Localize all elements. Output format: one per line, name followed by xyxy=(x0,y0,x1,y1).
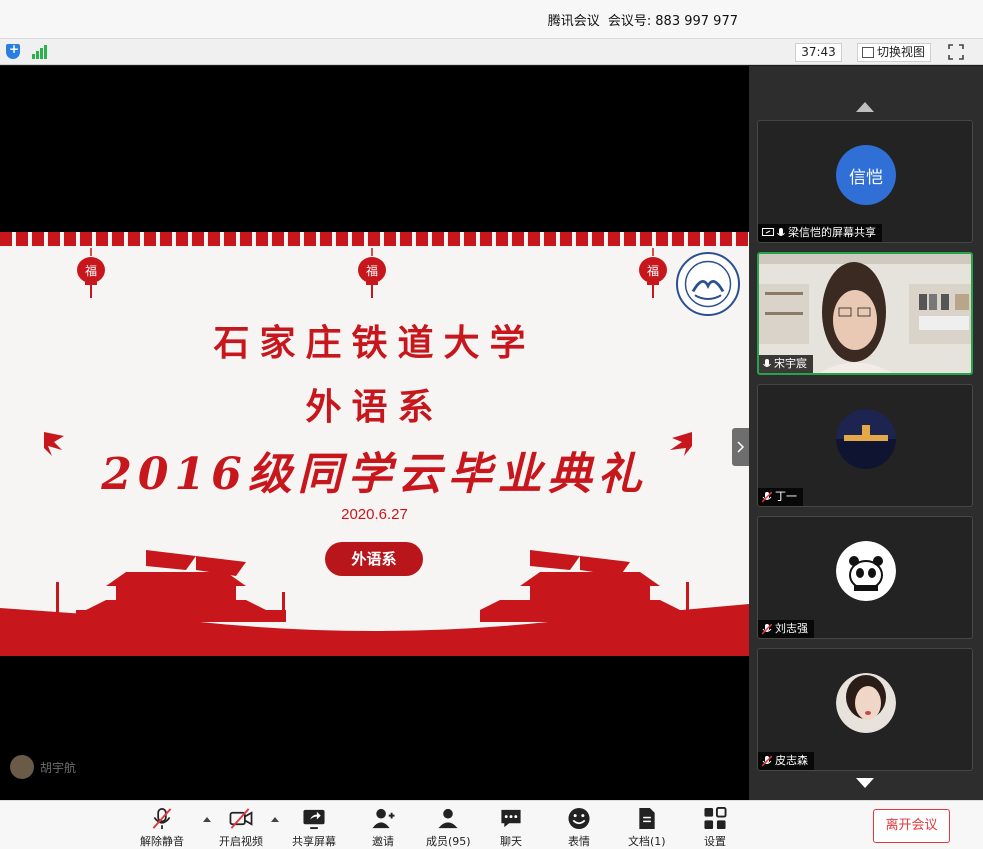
video-off-icon xyxy=(229,808,253,829)
chat-icon xyxy=(501,809,521,828)
lantern-char: 福 xyxy=(647,263,659,278)
switch-view-label: 切换视图 xyxy=(877,45,926,59)
documents-button[interactable]: 文档(1) xyxy=(628,807,666,849)
self-avatar xyxy=(10,755,34,779)
video-options-caret-icon[interactable] xyxy=(271,817,279,822)
scroll-up-arrow-icon[interactable] xyxy=(856,102,874,112)
muted-microphone-icon xyxy=(762,623,772,635)
participant-name: 刘志强 xyxy=(775,622,808,635)
start-video-label: 开启视频 xyxy=(219,835,263,848)
title-bar: 腾讯会议 会议号: 883 997 977 xyxy=(0,0,983,38)
participant-name: 梁信恺的屏幕共享 xyxy=(788,226,876,239)
unmute-button[interactable]: 解除静音 xyxy=(140,807,184,849)
security-shield-icon[interactable] xyxy=(6,42,20,59)
muted-microphone-icon xyxy=(152,808,172,830)
participant-avatar xyxy=(836,541,896,601)
window-title: 腾讯会议 会议号: 883 997 977 xyxy=(544,10,738,29)
participants-panel: 信恺 梁信恺的屏幕共享 宋宇宸 丁一 刘志强 皮志森 xyxy=(749,66,983,800)
invite-button[interactable]: 邀请 xyxy=(371,807,395,849)
invite-label: 邀请 xyxy=(372,835,394,848)
switch-view-button[interactable]: 切换视图 xyxy=(857,43,932,62)
participant-name-tag: 刘志强 xyxy=(758,620,814,638)
muted-microphone-icon xyxy=(762,755,772,767)
share-screen-label: 共享屏幕 xyxy=(292,835,336,848)
settings-label: 设置 xyxy=(704,835,726,848)
participant-name-tag: 丁一 xyxy=(758,488,803,506)
participant-name-tag: 皮志森 xyxy=(758,752,814,770)
lantern-icon: 福 xyxy=(358,248,386,298)
start-video-button[interactable]: 开启视频 xyxy=(219,807,263,849)
meeting-timer: 37:43 xyxy=(795,43,842,62)
microphone-icon xyxy=(763,358,771,367)
participant-name: 丁一 xyxy=(775,490,797,503)
meeting-id-label: 会议号: xyxy=(607,14,652,29)
meeting-toolbar: 解除静音 开启视频 共享屏幕 邀请 成员(95) 聊天 表情 文档(1) 设置 xyxy=(0,800,983,849)
participant-tile[interactable]: 信恺 梁信恺的屏幕共享 xyxy=(757,120,973,243)
chevron-right-icon xyxy=(737,441,745,453)
emoji-icon xyxy=(568,807,590,830)
add-person-icon xyxy=(372,808,395,829)
lantern-char: 福 xyxy=(85,263,97,278)
screen-share-icon xyxy=(762,228,774,236)
slide-date: 2020.6.27 xyxy=(341,506,408,523)
reactions-label: 表情 xyxy=(568,835,590,848)
document-icon xyxy=(639,807,655,830)
shared-screen-area: 福 福 福 石家庄铁道大学 外语系 2016级同学云毕业典礼 2020.6.27… xyxy=(0,66,749,800)
members-label: 成员(95) xyxy=(426,835,471,848)
participant-tile[interactable]: 刘志强 xyxy=(757,516,973,639)
reactions-button[interactable]: 表情 xyxy=(567,807,591,849)
slide-ground-decoration xyxy=(0,604,749,656)
chat-label: 聊天 xyxy=(500,835,522,848)
unmute-label: 解除静音 xyxy=(140,835,184,848)
expand-panel-button[interactable] xyxy=(732,428,749,466)
presentation-slide: 福 福 福 石家庄铁道大学 外语系 2016级同学云毕业典礼 2020.6.27… xyxy=(0,232,749,656)
meeting-id: 883 997 977 xyxy=(655,14,738,29)
participant-name: 皮志森 xyxy=(775,754,808,767)
switch-view-icon xyxy=(862,47,874,58)
settings-button[interactable]: 设置 xyxy=(703,807,727,849)
network-signal-icon[interactable] xyxy=(32,45,48,59)
participant-name-tag: 宋宇宸 xyxy=(759,355,813,373)
fullscreen-icon[interactable] xyxy=(948,44,964,60)
slide-border-decoration xyxy=(0,232,749,246)
leave-meeting-button[interactable]: 离开会议 xyxy=(873,809,950,843)
self-name-tag: 胡宇航 xyxy=(10,755,76,779)
audio-options-caret-icon[interactable] xyxy=(203,817,211,822)
app-name: 腾讯会议 xyxy=(547,14,600,29)
lantern-icon: 福 xyxy=(639,248,667,298)
slide-title-department: 外语系 xyxy=(305,386,444,428)
microphone-icon xyxy=(777,227,785,236)
slide-department-badge: 外语系 xyxy=(325,542,423,576)
slide-title-ceremony: 2016级同学云毕业典礼 xyxy=(101,449,648,500)
documents-label: 文档(1) xyxy=(628,835,666,848)
share-screen-icon xyxy=(303,809,325,830)
participant-name-tag: 梁信恺的屏幕共享 xyxy=(758,224,882,242)
muted-microphone-icon xyxy=(762,491,772,503)
status-bar: 37:43 切换视图 xyxy=(0,38,983,65)
members-button[interactable]: 成员(95) xyxy=(426,807,471,849)
lantern-char: 福 xyxy=(366,263,378,278)
scroll-down-arrow-icon[interactable] xyxy=(856,778,874,788)
grid-settings-icon xyxy=(704,807,727,830)
participant-tile[interactable]: 皮志森 xyxy=(757,648,973,771)
participant-avatar xyxy=(836,409,896,469)
share-screen-button[interactable]: 共享屏幕 xyxy=(292,807,336,849)
participant-tile-active[interactable]: 宋宇宸 xyxy=(757,252,973,375)
participant-avatar xyxy=(836,673,896,733)
participant-tile[interactable]: 丁一 xyxy=(757,384,973,507)
lantern-icon: 福 xyxy=(77,248,105,298)
members-icon xyxy=(438,808,458,829)
self-name: 胡宇航 xyxy=(40,760,77,775)
chat-button[interactable]: 聊天 xyxy=(499,807,523,849)
slide-title-university: 石家庄铁道大学 xyxy=(213,322,536,364)
participant-avatar: 信恺 xyxy=(836,145,896,205)
participant-name: 宋宇宸 xyxy=(774,357,807,370)
university-logo-icon xyxy=(676,252,740,316)
